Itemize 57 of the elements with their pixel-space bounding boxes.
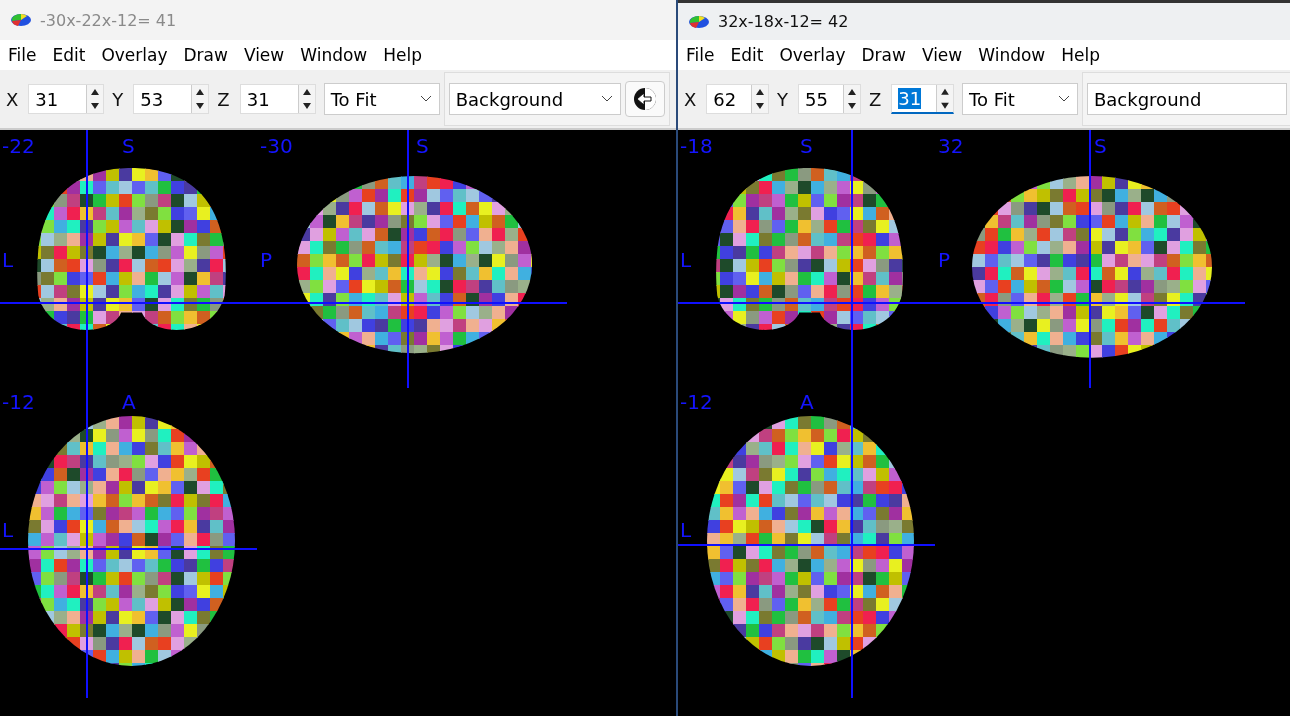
zoom-dropdown[interactable]: To Fit xyxy=(323,83,440,115)
spin-field[interactable]: 31 xyxy=(239,84,316,114)
menu-item[interactable]: Draw xyxy=(853,45,914,65)
brain-logo-icon xyxy=(688,14,710,29)
zoom-dropdown[interactable]: To Fit xyxy=(962,83,1078,115)
orientation-label: L xyxy=(2,520,14,540)
caret-icon xyxy=(1057,94,1071,104)
window-title: -30x-22x-12= 41 xyxy=(40,10,177,30)
slice-coordinate: -12 xyxy=(2,392,35,412)
menu-item[interactable]: View xyxy=(913,45,971,65)
slice-coordinate: 32 xyxy=(938,136,964,156)
orientation-label: L xyxy=(680,250,692,270)
slice-coordinate: -30 xyxy=(260,136,293,156)
orientation-label: A xyxy=(122,392,136,412)
menu-item[interactable]: Edit xyxy=(722,45,772,65)
axis-label: Y xyxy=(112,88,124,110)
caret-icon xyxy=(418,94,433,104)
menu-item[interactable]: Window xyxy=(970,45,1054,65)
layer-dropdown[interactable]: Background xyxy=(448,83,621,115)
caret-icon xyxy=(599,94,614,104)
menu-item[interactable]: Help xyxy=(375,45,430,65)
orientation-label: S xyxy=(122,136,135,156)
axis-label: Z xyxy=(868,88,882,110)
axis-label: Y xyxy=(777,88,789,110)
window-title: 32x-18x-12= 42 xyxy=(718,12,849,31)
orientation-label: P xyxy=(938,250,951,270)
slice-coordinate: -18 xyxy=(680,136,713,156)
orientation-label: L xyxy=(680,520,692,540)
menu-item[interactable]: File xyxy=(0,45,45,65)
layer-dropdown[interactable]: Background xyxy=(1087,83,1287,115)
brain-logo-icon xyxy=(10,13,32,27)
spin-field[interactable]: 62 xyxy=(706,84,770,114)
orientation-label: L xyxy=(2,250,14,270)
orientation-label: S xyxy=(800,136,813,156)
orientation-label: A xyxy=(800,392,814,412)
menu-item[interactable]: Edit xyxy=(44,45,94,65)
spin-field[interactable]: 55 xyxy=(798,84,861,114)
axis-label: X xyxy=(6,88,19,110)
spin-field[interactable]: 53 xyxy=(133,84,210,114)
back-button[interactable] xyxy=(624,81,665,117)
spin-field[interactable]: 31 xyxy=(891,84,954,114)
orientation-label: P xyxy=(260,250,273,270)
axis-label: Z xyxy=(217,88,230,110)
slice-coordinate: -22 xyxy=(2,136,35,156)
orientation-label: S xyxy=(1094,136,1107,156)
arrow-left-icon xyxy=(632,87,657,111)
menu-item[interactable]: Help xyxy=(1053,45,1108,65)
menu-item[interactable]: File xyxy=(678,45,723,65)
slice-coordinate: -12 xyxy=(680,392,713,412)
orientation-label: S xyxy=(416,136,429,156)
menu-item[interactable]: Draw xyxy=(175,45,236,65)
axis-label: X xyxy=(684,88,697,110)
menu-item[interactable]: View xyxy=(235,45,293,65)
spin-field[interactable]: 31 xyxy=(28,84,105,114)
menu-item[interactable]: Overlay xyxy=(771,45,854,65)
menu-item[interactable]: Window xyxy=(292,45,376,65)
menu-item[interactable]: Overlay xyxy=(93,45,176,65)
